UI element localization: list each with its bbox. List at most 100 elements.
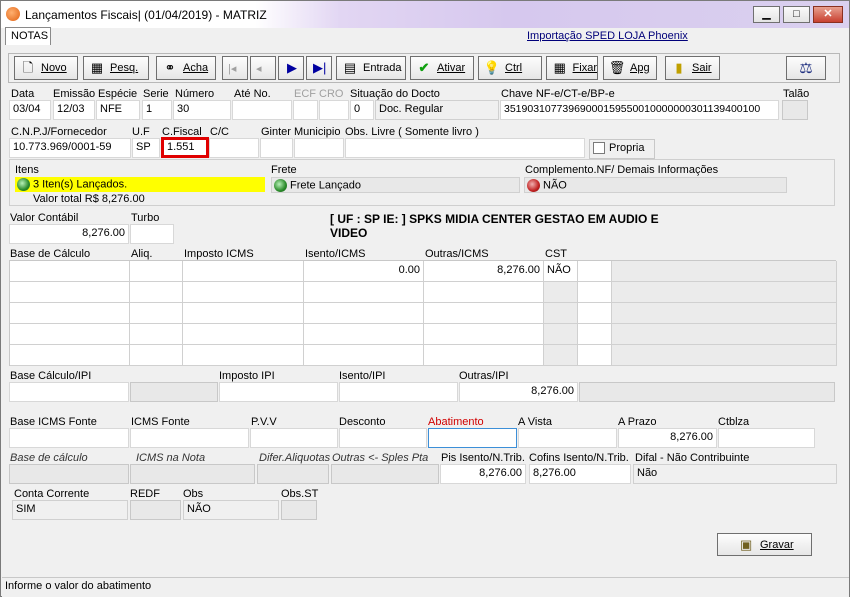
chave-field[interactable]: 3519031077396900015955001000000030113940… — [500, 100, 779, 120]
complemento-status[interactable]: NÃO — [524, 177, 787, 193]
close-button[interactable]: ✕ — [813, 6, 843, 23]
balance-button[interactable]: ⚖ — [786, 56, 826, 80]
grid-cell[interactable] — [304, 345, 424, 366]
grid-cell[interactable] — [544, 282, 578, 303]
grid-cell[interactable] — [578, 282, 612, 303]
grid-cell[interactable] — [578, 303, 612, 324]
grid-cell[interactable] — [544, 324, 578, 345]
imposto-ipi-field[interactable] — [219, 382, 338, 402]
grid-cell[interactable] — [304, 282, 424, 303]
ginter-field[interactable] — [260, 138, 293, 158]
obs-livre-field[interactable] — [345, 138, 585, 158]
base-ipi-field[interactable] — [9, 382, 129, 402]
base-icms-fonte-field[interactable] — [9, 428, 129, 448]
cnpj-field[interactable]: 10.773.969/0001-59 — [9, 138, 131, 158]
talao-field[interactable] — [782, 100, 808, 120]
icms-fonte-field[interactable] — [130, 428, 249, 448]
grid-cell[interactable] — [304, 324, 424, 345]
grid-cell[interactable]: NÃO — [544, 261, 578, 282]
first-record-button[interactable]: |◂ — [222, 56, 248, 80]
emissao-field[interactable]: 12/03 — [53, 100, 95, 120]
grid-cell[interactable] — [544, 345, 578, 366]
grid-cell[interactable] — [424, 324, 544, 345]
pis-isento-label: Pis Isento/N.Trib. — [441, 452, 525, 464]
pvv-field[interactable] — [250, 428, 338, 448]
tab-notas[interactable]: NOTAS — [5, 27, 51, 45]
grid-cell[interactable] — [10, 303, 130, 324]
grid-cell[interactable] — [130, 324, 183, 345]
sair-button[interactable]: ▮ Sair — [665, 56, 720, 80]
grid-cell[interactable] — [544, 303, 578, 324]
aliq-ipi-field[interactable] — [130, 382, 218, 402]
grid-cell[interactable] — [304, 303, 424, 324]
especie-field[interactable]: NFE — [96, 100, 140, 120]
entrada-button[interactable]: ▤ Entrada — [336, 56, 406, 80]
abatimento-field[interactable] — [428, 428, 517, 448]
pis-isento-field[interactable]: 8,276.00 — [440, 464, 526, 484]
frete-status[interactable]: Frete Lançado — [271, 177, 520, 193]
grid-cell[interactable] — [183, 324, 304, 345]
desconto-field[interactable] — [339, 428, 427, 448]
grid-cell[interactable] — [130, 261, 183, 282]
grid-cell[interactable] — [10, 345, 130, 366]
grid-cell[interactable] — [10, 261, 130, 282]
grid-cell[interactable] — [424, 303, 544, 324]
import-sped-link[interactable]: Importação SPED LOJA Phoenix — [527, 30, 688, 42]
grid-cell[interactable] — [10, 282, 130, 303]
icms-nota-field — [130, 464, 255, 484]
grid-cell[interactable] — [130, 345, 183, 366]
grid-cell[interactable]: 0.00 — [304, 261, 424, 282]
grid-cell[interactable] — [183, 303, 304, 324]
cro-field[interactable] — [319, 100, 349, 120]
situacao-code-field[interactable]: 0 — [350, 100, 374, 120]
valor-total-text: Valor total R$ 8,276.00 — [33, 193, 145, 205]
outras-ipi-field[interactable]: 8,276.00 — [459, 382, 578, 402]
grid-cell[interactable] — [424, 345, 544, 366]
isento-ipi-field[interactable] — [339, 382, 458, 402]
grid-cell[interactable] — [183, 261, 304, 282]
acha-button[interactable]: ⚭ Acha — [156, 56, 216, 80]
ctblza-field[interactable] — [718, 428, 815, 448]
grid-cell[interactable] — [130, 303, 183, 324]
uf-field[interactable]: SP — [132, 138, 160, 158]
ate-no-field[interactable] — [232, 100, 292, 120]
a-vista-field[interactable] — [518, 428, 617, 448]
turbo-field[interactable] — [130, 224, 174, 244]
grid-cell[interactable] — [578, 345, 612, 366]
grid-cell[interactable] — [183, 345, 304, 366]
cofins-isento-field[interactable]: 8,276.00 — [529, 464, 631, 484]
last-record-button[interactable]: ▶| — [306, 56, 332, 80]
grid-cell[interactable] — [578, 324, 612, 345]
grid-cell[interactable] — [10, 324, 130, 345]
ctrl-button[interactable]: 💡 Ctrl — [478, 56, 542, 80]
minimize-button[interactable]: ▁ — [753, 6, 780, 23]
icms-nota-label: ICMS na Nota — [136, 452, 206, 464]
ctblza-label: Ctblza — [718, 416, 750, 428]
cc-field[interactable] — [209, 138, 259, 158]
a-prazo-field[interactable]: 8,276.00 — [618, 428, 717, 448]
propria-checkbox[interactable]: Propria — [589, 139, 655, 159]
gravar-button[interactable]: ▣ Gravar — [717, 533, 812, 556]
municipio-field[interactable] — [294, 138, 344, 158]
next-record-button[interactable]: ▶ — [278, 56, 304, 80]
valor-contabil-field[interactable]: 8,276.00 — [9, 224, 129, 244]
fixar-button[interactable]: ▦ Fixar — [546, 56, 598, 80]
prev-record-button[interactable]: ◂ — [250, 56, 276, 80]
ecf-field[interactable] — [293, 100, 318, 120]
ativar-button[interactable]: ✔ Ativar — [410, 56, 474, 80]
grid-cell[interactable] — [578, 261, 612, 282]
grid-cell[interactable] — [183, 282, 304, 303]
grid-cell — [612, 324, 837, 345]
grid-cell[interactable] — [424, 282, 544, 303]
maximize-button[interactable]: □ — [783, 6, 810, 23]
novo-button[interactable]: 🗋 Novo — [14, 56, 78, 80]
numero-field[interactable]: 30 — [173, 100, 231, 120]
serie-field[interactable]: 1 — [142, 100, 172, 120]
apg-button[interactable]: 🗑 Apg — [603, 56, 657, 80]
itens-status[interactable]: 3 Iten(s) Lançados. — [15, 177, 265, 192]
grid-cell[interactable]: 8,276.00 — [424, 261, 544, 282]
grid-cell[interactable] — [130, 282, 183, 303]
pesq-button[interactable]: ▦ Pesq. — [83, 56, 149, 80]
frete-label: Frete — [271, 164, 297, 176]
data-field[interactable]: 03/04 — [9, 100, 51, 120]
